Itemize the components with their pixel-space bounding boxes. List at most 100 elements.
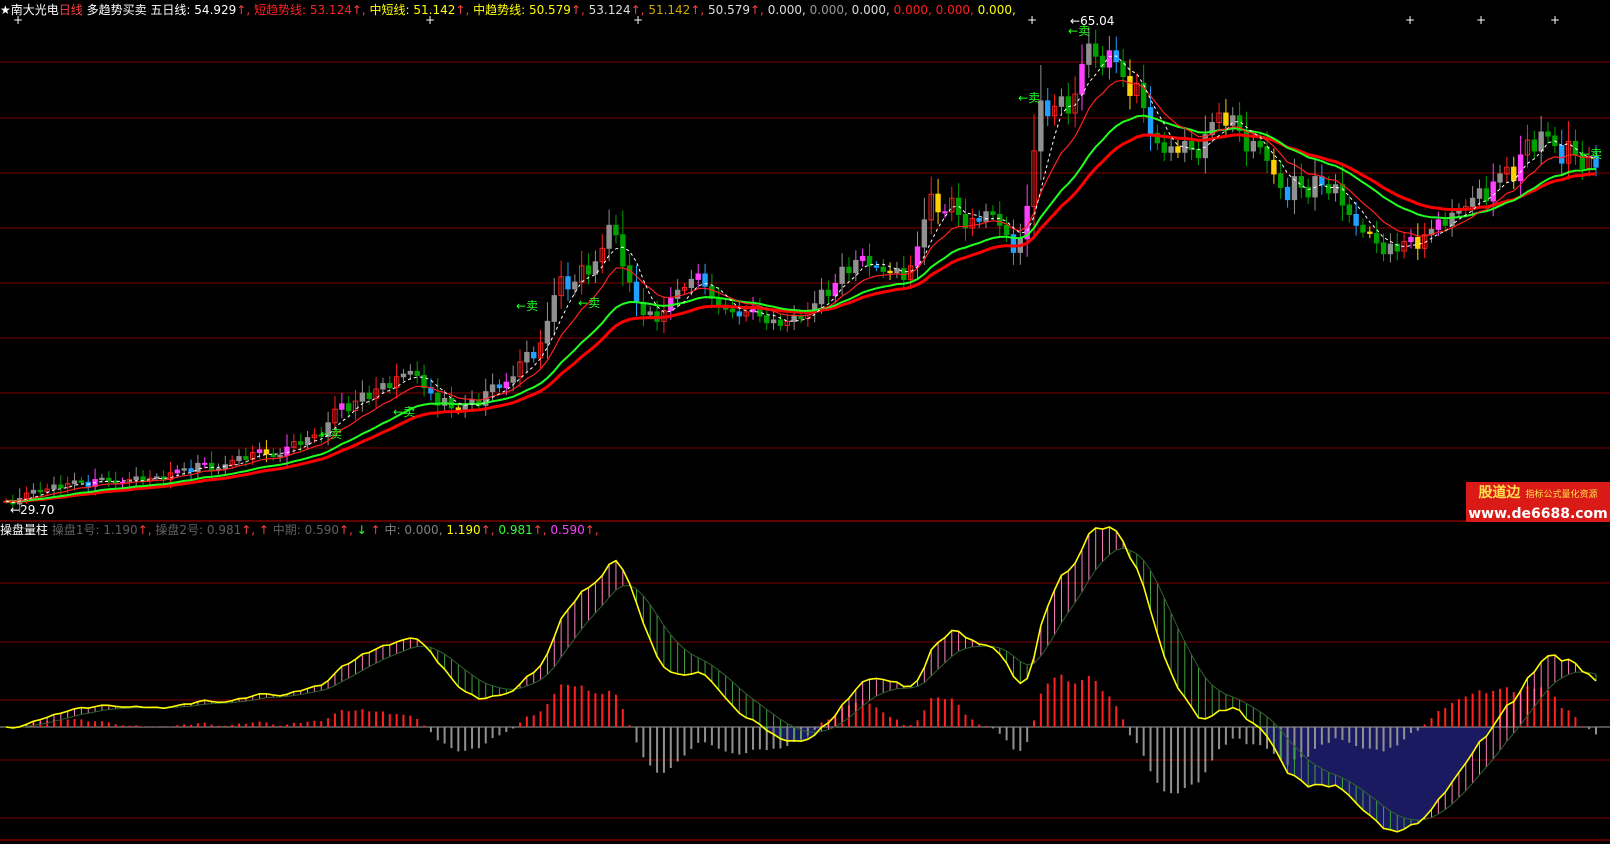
- price-candle: [531, 346, 537, 363]
- candle-body: [1346, 204, 1352, 215]
- price-candle: [1305, 178, 1311, 205]
- candle-body: [1435, 219, 1442, 230]
- header-item-0: ★南大光电: [0, 3, 59, 17]
- candle-body: [1086, 43, 1092, 65]
- candle-body: [263, 449, 270, 455]
- candle-body: [1319, 176, 1325, 186]
- subheader-item-4: ↑,: [241, 523, 259, 537]
- price-candle: [942, 204, 948, 219]
- candle-body: [976, 218, 982, 222]
- candle-body: [572, 281, 578, 290]
- header-item-13: 50.579: [528, 3, 571, 17]
- price-candle: [1278, 159, 1284, 200]
- subheader-item-13: 中: 0.000,: [384, 523, 447, 537]
- price-candle: [990, 205, 996, 220]
- price-candle: [565, 262, 571, 301]
- watermark-badge[interactable]: 股道边 指标公式量化资源 www.de6688.com: [1466, 482, 1610, 522]
- candle-body: [935, 193, 941, 213]
- price-candle: [983, 203, 989, 228]
- header-item-4: 54.929: [194, 3, 237, 17]
- candle-body: [620, 234, 626, 267]
- header-item-5: ↑,: [236, 3, 254, 17]
- header-item-14: ↑,: [570, 3, 589, 17]
- price-candle: [400, 369, 407, 381]
- price-candle: [935, 178, 941, 225]
- star-marker: +: [1027, 13, 1037, 27]
- header-item-8: ↑,: [351, 3, 370, 17]
- candle-body: [818, 289, 825, 305]
- price-candle: [215, 463, 222, 475]
- price-candle: [866, 243, 873, 277]
- sell-marker-text: 卖: [1590, 147, 1603, 161]
- indicator-header: 操盘量柱 操盘1号: 1.190↑, 操盘2号: 0.981↑, ↑ 中期: 0…: [0, 522, 599, 538]
- candle-body: [1250, 140, 1257, 152]
- series-short-trend-line: [5, 79, 1597, 503]
- candle-body: [1045, 100, 1051, 117]
- sell-marker-text: 卖: [1078, 24, 1091, 38]
- price-candle: [572, 274, 578, 296]
- candle-body: [400, 373, 407, 378]
- candle-body: [407, 370, 414, 375]
- legend-sell-signal: 2. 出现灰柱是卖出信号 连续灰柱时-持币观望: [6, 585, 286, 601]
- header-item-1: 日线: [58, 3, 83, 17]
- candle-body: [1408, 236, 1414, 243]
- subheader-item-14: 1.190: [446, 523, 481, 537]
- subheader-item-12: ↑: [370, 523, 385, 537]
- subheader-item-7: 中期: 0.590: [272, 523, 340, 537]
- candle-body: [544, 320, 551, 344]
- price-candle: [1175, 139, 1181, 159]
- price-candle: [640, 287, 647, 327]
- header-item-19: 50.579: [708, 3, 750, 17]
- candle-body: [1339, 184, 1346, 206]
- candle-body: [1278, 173, 1284, 188]
- candle-body: [1223, 112, 1229, 126]
- price-candle: [1195, 140, 1202, 166]
- candle-body: [894, 268, 900, 274]
- price-candle: [921, 197, 928, 266]
- price-candle: [1312, 159, 1318, 211]
- candle-body: [1243, 130, 1250, 152]
- subheader-item-17: ↑,: [532, 523, 551, 537]
- price-candle: [716, 286, 722, 315]
- candle-body: [1476, 188, 1483, 199]
- price-candle: [119, 477, 126, 488]
- candle-body: [181, 468, 187, 471]
- price-candle: [853, 250, 859, 281]
- price-candle: [1113, 36, 1119, 74]
- candle-body: [503, 381, 510, 389]
- price-candle: [407, 364, 414, 380]
- candle-body: [1545, 131, 1551, 137]
- price-candle: [1168, 136, 1174, 162]
- price-pane[interactable]: + + + + + + +: [3, 13, 1599, 513]
- price-candle: [469, 390, 475, 412]
- price-candle: [777, 313, 784, 331]
- candle-body: [1353, 213, 1359, 226]
- price-candle: [1058, 88, 1065, 113]
- candle-body: [1387, 243, 1394, 255]
- candle-body: [1038, 100, 1044, 152]
- candle-body: [942, 211, 948, 214]
- header-item-23: 0.000,: [851, 3, 894, 17]
- candle-body: [1490, 181, 1496, 202]
- header-item-20: ↑,: [750, 3, 768, 17]
- header-item-22: 0.000,: [809, 3, 852, 17]
- subheader-item-19: ↑,: [584, 523, 599, 537]
- sell-marker-text: 卖: [403, 405, 416, 419]
- header-item-24: 0.000,: [893, 3, 936, 17]
- candle-body: [832, 282, 838, 297]
- candle-body: [1415, 236, 1421, 249]
- price-candle: [626, 253, 633, 293]
- price-gridlines: [0, 61, 1610, 522]
- price-candle: [1415, 223, 1421, 260]
- price-candle: [1545, 121, 1551, 145]
- subheader-item-18: 0.590: [550, 523, 585, 537]
- price-candle: [592, 250, 599, 284]
- candle-body: [736, 311, 743, 317]
- price-candle: [1552, 126, 1558, 154]
- candle-body: [1483, 188, 1490, 202]
- price-candle: [1140, 64, 1147, 123]
- price-candle: [585, 253, 592, 285]
- candle-body: [839, 266, 845, 284]
- price-candle: [1134, 73, 1140, 104]
- header-item-12: 中趋势线:: [473, 3, 529, 17]
